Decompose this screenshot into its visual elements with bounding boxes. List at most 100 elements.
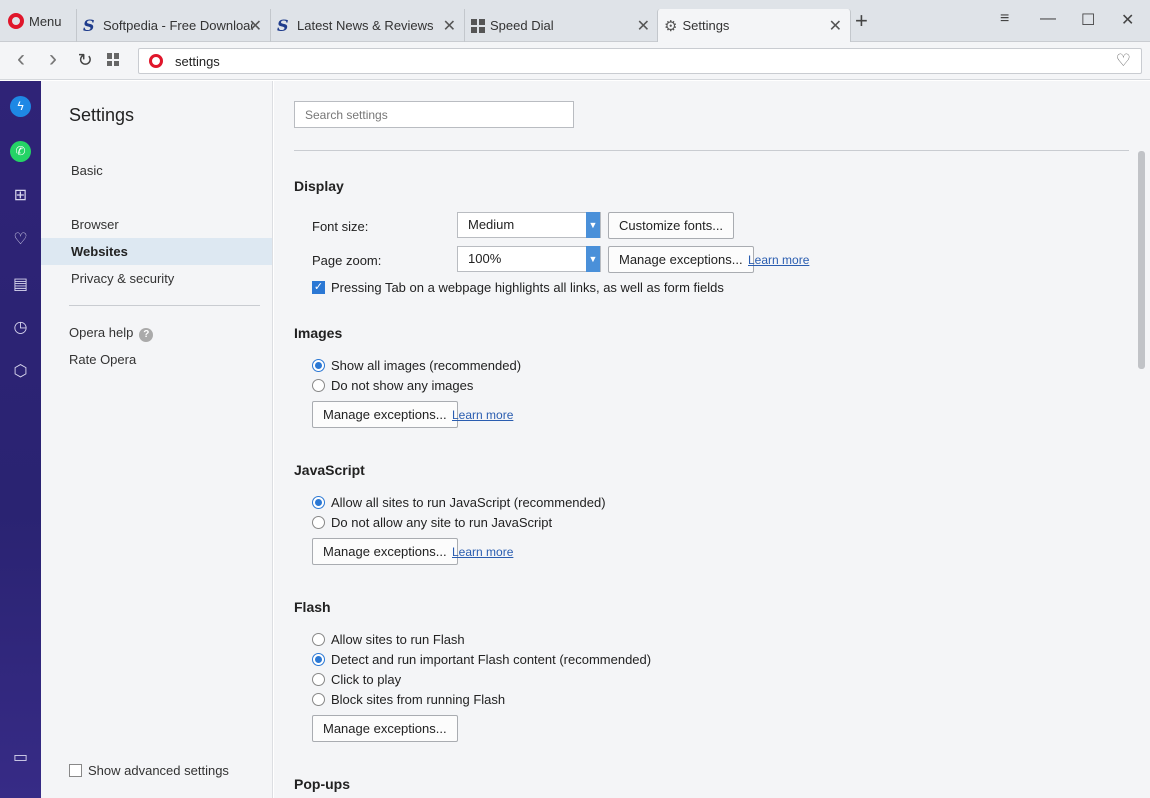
close-tab-icon[interactable]: ✕ — [249, 16, 262, 36]
tab-highlight-option[interactable]: ✓ Pressing Tab on a webpage highlights a… — [312, 280, 724, 295]
forward-button[interactable]: › — [43, 45, 63, 73]
help-icon: ? — [139, 328, 154, 342]
close-tab-icon[interactable]: ✕ — [829, 16, 842, 36]
address-bar: ‹ › ↻ settings ♡ — [0, 42, 1150, 80]
nav-divider — [69, 305, 260, 306]
page-zoom-value: 100% — [468, 251, 502, 266]
radio-button[interactable] — [312, 673, 325, 686]
radio-button[interactable] — [312, 359, 325, 372]
tab-highlight-checkbox[interactable]: ✓ — [312, 281, 325, 294]
tab-bar: Menu S Softpedia - Free Downloads ✕ S La… — [0, 0, 1150, 42]
customize-fonts-button[interactable]: Customize fonts... — [608, 212, 735, 239]
advanced-checkbox[interactable] — [69, 764, 82, 777]
url-text: settings — [175, 53, 220, 69]
softpedia-icon: S — [83, 16, 95, 35]
flash-option-detect[interactable]: Detect and run important Flash content (… — [312, 652, 651, 667]
extensions-cube-icon[interactable]: ⬡ — [10, 361, 31, 382]
bookmarks-heart-icon[interactable]: ♡ — [10, 229, 31, 250]
chevron-down-icon: ▼ — [586, 246, 600, 272]
radio-button[interactable] — [312, 633, 325, 646]
reload-button[interactable]: ↻ — [75, 50, 95, 71]
javascript-option-allow[interactable]: Allow all sites to run JavaScript (recom… — [312, 495, 606, 510]
images-option-none[interactable]: Do not show any images — [312, 378, 473, 393]
section-title-javascript: JavaScript — [294, 462, 365, 478]
javascript-option-block[interactable]: Do not allow any site to run JavaScript — [312, 515, 552, 530]
speed-dial-icon — [471, 18, 485, 33]
option-label: Detect and run important Flash content (… — [331, 652, 652, 667]
settings-content: Display Font size: Medium ▼ Customize fo… — [274, 81, 1150, 798]
nav-item-privacy-security[interactable]: Privacy & security — [41, 265, 272, 292]
tab-highlight-label: Pressing Tab on a webpage highlights all… — [331, 280, 724, 295]
opera-help-label: Opera help — [69, 325, 134, 340]
nav-item-basic[interactable]: Basic — [41, 157, 272, 184]
whatsapp-icon[interactable]: ✆ — [10, 141, 31, 162]
radio-button[interactable] — [312, 379, 325, 392]
chevron-down-icon: ▼ — [586, 212, 600, 238]
scrollbar-thumb[interactable] — [1138, 151, 1145, 369]
font-size-select[interactable]: Medium ▼ — [457, 212, 601, 238]
news-icon[interactable]: ▤ — [10, 274, 31, 295]
nav-item-websites[interactable]: Websites — [41, 238, 272, 265]
sidebar-toggle-icon[interactable]: ▭ — [10, 747, 31, 768]
advanced-label: Show advanced settings — [88, 763, 229, 778]
javascript-learn-more-link[interactable]: Learn more — [452, 545, 513, 559]
radio-button[interactable] — [312, 653, 325, 666]
back-button[interactable]: ‹ — [11, 45, 31, 73]
tab-title: Speed Dial — [490, 18, 554, 33]
maximize-button[interactable]: ☐ — [1081, 10, 1095, 30]
option-label: Click to play — [331, 672, 402, 687]
settings-title: Settings — [69, 105, 135, 125]
nav-item-browser[interactable]: Browser — [41, 211, 272, 238]
minimize-button[interactable]: — — [1040, 10, 1056, 28]
new-tab-button[interactable]: + — [855, 10, 868, 32]
images-manage-exceptions-button[interactable]: Manage exceptions... — [312, 401, 458, 428]
close-window-button[interactable]: ✕ — [1121, 10, 1134, 30]
radio-button[interactable] — [312, 496, 325, 509]
tab-speed-dial[interactable]: Speed Dial ✕ — [464, 9, 658, 42]
images-learn-more-link[interactable]: Learn more — [452, 408, 513, 422]
heart-icon[interactable]: ♡ — [1116, 51, 1131, 71]
zoom-manage-exceptions-button[interactable]: Manage exceptions... — [608, 246, 754, 273]
close-tab-icon[interactable]: ✕ — [637, 16, 650, 36]
search-settings-input[interactable] — [294, 101, 574, 128]
opera-logo-icon — [8, 13, 24, 29]
radio-button[interactable] — [312, 693, 325, 706]
tab-softpedia-news[interactable]: S Latest News & Reviews by Softpedia ✕ — [270, 9, 464, 42]
show-advanced-settings[interactable]: Show advanced settings — [69, 763, 229, 778]
speed-dial-button[interactable] — [107, 53, 127, 66]
url-field[interactable]: settings ♡ — [138, 48, 1142, 74]
speed-dial-icon[interactable]: ⊞ — [10, 185, 31, 206]
section-title-flash: Flash — [294, 599, 331, 615]
option-label: Do not show any images — [331, 378, 474, 393]
flash-manage-exceptions-button[interactable]: Manage exceptions... — [312, 715, 458, 742]
grid-icon — [107, 53, 120, 66]
tab-softpedia[interactable]: S Softpedia - Free Downloads ✕ — [76, 9, 270, 42]
option-label: Do not allow any site to run JavaScript — [331, 515, 553, 530]
option-label: Show all images (recommended) — [331, 358, 522, 373]
opera-help-link[interactable]: Opera help? — [41, 319, 272, 346]
option-label: Allow sites to run Flash — [331, 632, 465, 647]
history-clock-icon[interactable]: ◷ — [10, 317, 31, 338]
tab-title: Softpedia - Free Downloads — [103, 18, 253, 33]
tab-settings[interactable]: ⚙ Settings ✕ — [657, 9, 851, 42]
messenger-icon[interactable]: ϟ — [10, 96, 31, 117]
section-title-display: Display — [294, 178, 344, 194]
tab-menu-icon[interactable]: ≡ — [1000, 10, 1009, 28]
flash-option-block[interactable]: Block sites from running Flash — [312, 692, 505, 707]
page-zoom-select[interactable]: 100% ▼ — [457, 246, 601, 272]
radio-button[interactable] — [312, 516, 325, 529]
option-label: Block sites from running Flash — [331, 692, 506, 707]
gear-icon: ⚙ — [664, 17, 678, 35]
opera-logo-icon — [149, 54, 163, 68]
option-label: Allow all sites to run JavaScript (recom… — [331, 495, 606, 510]
flash-option-allow[interactable]: Allow sites to run Flash — [312, 632, 465, 647]
display-learn-more-link[interactable]: Learn more — [748, 253, 809, 267]
images-option-show-all[interactable]: Show all images (recommended) — [312, 358, 521, 373]
app-sidebar: ϟ ✆ ⊞ ♡ ▤ ◷ ⬡ ▭ — [0, 81, 41, 798]
flash-option-click-to-play[interactable]: Click to play — [312, 672, 401, 687]
close-tab-icon[interactable]: ✕ — [443, 16, 456, 36]
rate-opera-link[interactable]: Rate Opera — [41, 346, 272, 373]
opera-menu-button[interactable]: Menu — [8, 10, 62, 32]
javascript-manage-exceptions-button[interactable]: Manage exceptions... — [312, 538, 458, 565]
settings-nav: Settings Basic Browser Websites Privacy … — [41, 81, 273, 798]
